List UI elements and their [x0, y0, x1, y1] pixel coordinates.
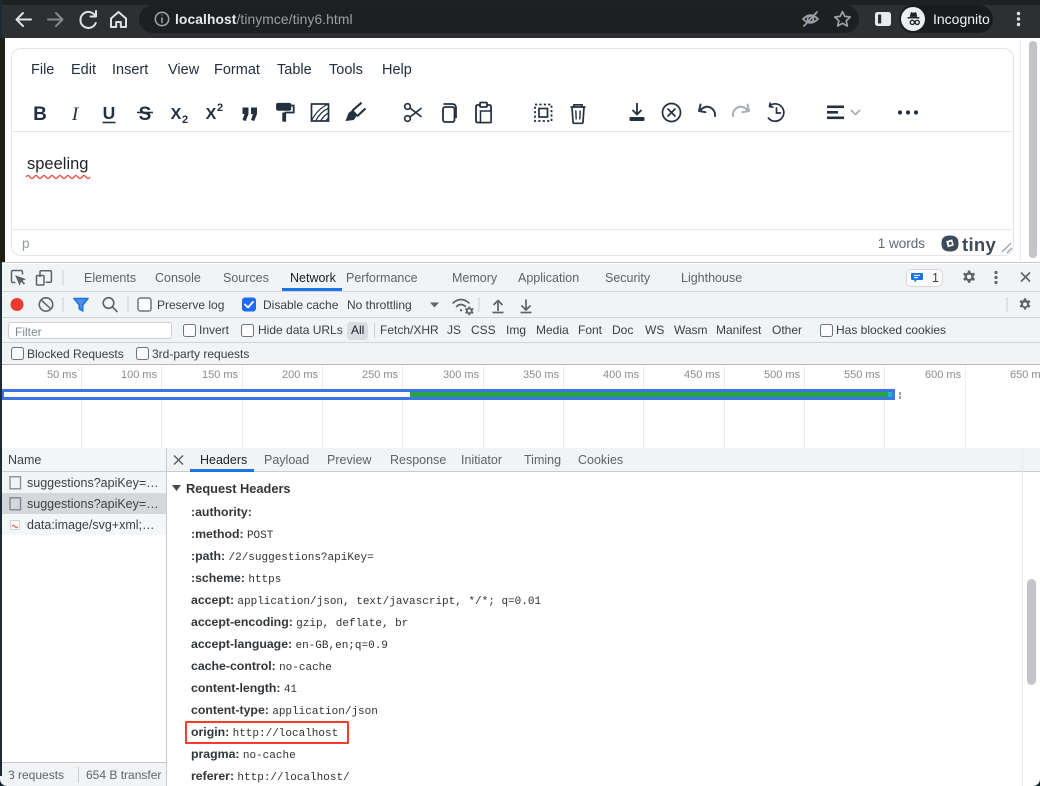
svg-text:2: 2	[182, 114, 188, 126]
svg-text:B: B	[33, 104, 47, 125]
svg-text:X: X	[206, 106, 217, 123]
svg-text:1: 1	[932, 271, 939, 285]
svg-text:X: X	[171, 106, 182, 123]
svg-text:U: U	[103, 103, 116, 123]
svg-text:2: 2	[217, 102, 223, 114]
svg-text:S: S	[139, 104, 152, 125]
svg-text:I: I	[71, 104, 80, 125]
